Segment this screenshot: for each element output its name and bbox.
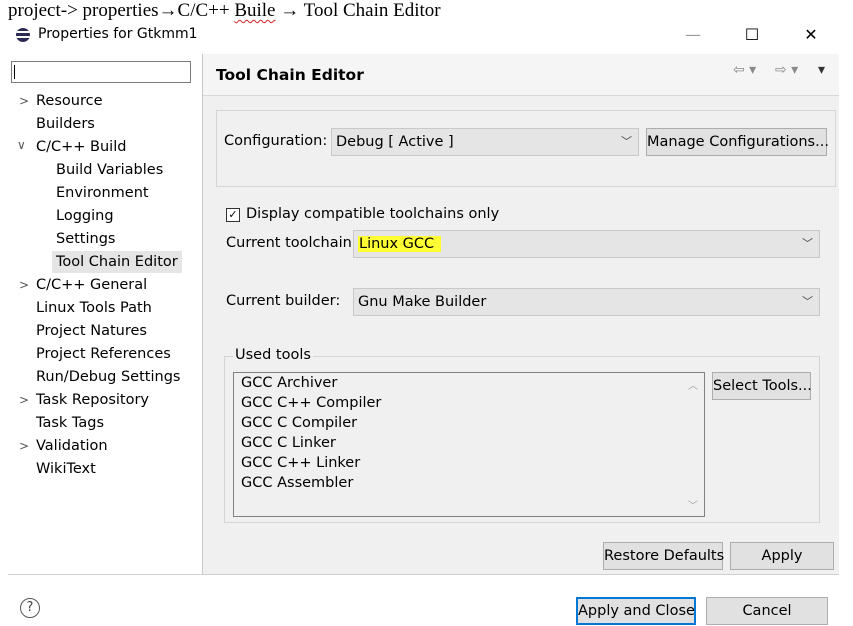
maximize-button[interactable]: ☐: [729, 24, 775, 48]
tree-item-project-natures[interactable]: Project Natures: [36, 320, 147, 342]
bottom-divider: [8, 574, 839, 575]
caption-arrow-1: →: [158, 0, 178, 21]
caption-text: project-> properties→C/C++ Buile → Tool …: [8, 0, 441, 22]
tree-item-logging[interactable]: Logging: [56, 205, 114, 227]
display-compatible-checkbox[interactable]: ✓: [226, 208, 240, 222]
current-toolchain-select[interactable]: Linux GCC ﹀: [353, 230, 820, 258]
current-toolchain-label: Current toolchain:: [226, 235, 357, 251]
expand-cpp-general-icon[interactable]: >: [19, 278, 29, 292]
tree-item-linux-tools-path[interactable]: Linux Tools Path: [36, 297, 152, 319]
scroll-down-icon[interactable]: ﹀: [688, 497, 698, 512]
scroll-up-icon[interactable]: ︿: [688, 377, 698, 392]
tree-item-build-variables[interactable]: Build Variables: [56, 159, 163, 181]
caption-part-2: C/C++: [177, 0, 235, 21]
tree-item-task-repository[interactable]: Task Repository: [36, 389, 149, 411]
eclipse-logo-icon: [16, 28, 30, 42]
collapse-cpp-build-icon[interactable]: ∨: [17, 138, 26, 152]
tree-item-resource[interactable]: Resource: [36, 90, 103, 112]
cancel-button[interactable]: Cancel: [706, 597, 828, 625]
view-menu-icon[interactable]: ▾: [818, 62, 825, 78]
current-toolchain-value: Linux GCC: [358, 236, 442, 252]
caption-arrow-2: →: [275, 0, 304, 21]
list-item[interactable]: GCC Archiver: [241, 375, 337, 391]
tree-item-project-references[interactable]: Project References: [36, 343, 171, 365]
tree-item-environment[interactable]: Environment: [56, 182, 149, 204]
list-item[interactable]: GCC C Linker: [241, 435, 336, 451]
apply-and-close-button[interactable]: Apply and Close: [576, 597, 696, 625]
tree-item-cpp-build[interactable]: C/C++ Build: [36, 136, 126, 158]
configuration-select[interactable]: Debug [ Active ] ﹀: [331, 128, 639, 156]
used-tools-label: Used tools: [233, 347, 313, 363]
tree-item-tool-chain-editor[interactable]: Tool Chain Editor: [52, 251, 182, 273]
caption-part-4: Tool Chain Editor: [303, 0, 441, 21]
filter-input[interactable]: [11, 61, 191, 83]
display-compatible-label: Display compatible toolchains only: [246, 206, 500, 222]
chevron-down-icon: ﹀: [621, 135, 632, 148]
forward-nav-icon[interactable]: ⇨ ▾: [775, 62, 798, 78]
used-tools-list[interactable]: GCC Archiver GCC C++ Compiler GCC C Comp…: [233, 372, 705, 517]
tree-item-wikitext[interactable]: WikiText: [36, 458, 96, 480]
current-builder-label: Current builder:: [226, 293, 341, 309]
manage-configurations-button[interactable]: Manage Configurations...: [646, 128, 829, 156]
configuration-value: Debug [ Active ]: [336, 134, 454, 150]
back-nav-icon[interactable]: ⇦ ▾: [733, 62, 756, 78]
expand-task-repository-icon[interactable]: >: [19, 393, 29, 407]
chevron-down-icon: ﹀: [802, 295, 813, 308]
list-item[interactable]: GCC C++ Compiler: [241, 395, 381, 411]
expand-resource-icon[interactable]: >: [19, 94, 29, 108]
restore-defaults-button[interactable]: Restore Defaults: [603, 542, 724, 570]
list-item[interactable]: GCC C Compiler: [241, 415, 357, 431]
tree-item-builders[interactable]: Builders: [36, 113, 95, 135]
page-title: Tool Chain Editor: [216, 66, 364, 84]
list-item[interactable]: GCC C++ Linker: [241, 455, 360, 471]
minimize-button[interactable]: —: [670, 24, 716, 48]
tree-item-run-debug-settings[interactable]: Run/Debug Settings: [36, 366, 180, 388]
caption-part-3: Buile: [234, 0, 276, 21]
close-button[interactable]: ✕: [788, 24, 834, 48]
help-icon[interactable]: ?: [20, 598, 40, 618]
current-builder-select[interactable]: Gnu Make Builder ﹀: [353, 288, 820, 316]
apply-button[interactable]: Apply: [730, 542, 834, 570]
window-title: Properties for Gtkmm1: [38, 26, 198, 42]
list-item[interactable]: GCC Assembler: [241, 475, 353, 491]
expand-validation-icon[interactable]: >: [19, 439, 29, 453]
tree-item-cpp-general[interactable]: C/C++ General: [36, 274, 147, 296]
caption-part-1: project-> properties: [8, 0, 159, 21]
configuration-label: Configuration:: [224, 133, 328, 149]
chevron-down-icon: ﹀: [802, 237, 813, 250]
current-builder-value: Gnu Make Builder: [358, 294, 487, 310]
tree-item-settings[interactable]: Settings: [56, 228, 115, 250]
tree-item-validation[interactable]: Validation: [36, 435, 108, 457]
tree-item-task-tags[interactable]: Task Tags: [36, 412, 104, 434]
select-tools-button[interactable]: Select Tools...: [712, 372, 812, 400]
